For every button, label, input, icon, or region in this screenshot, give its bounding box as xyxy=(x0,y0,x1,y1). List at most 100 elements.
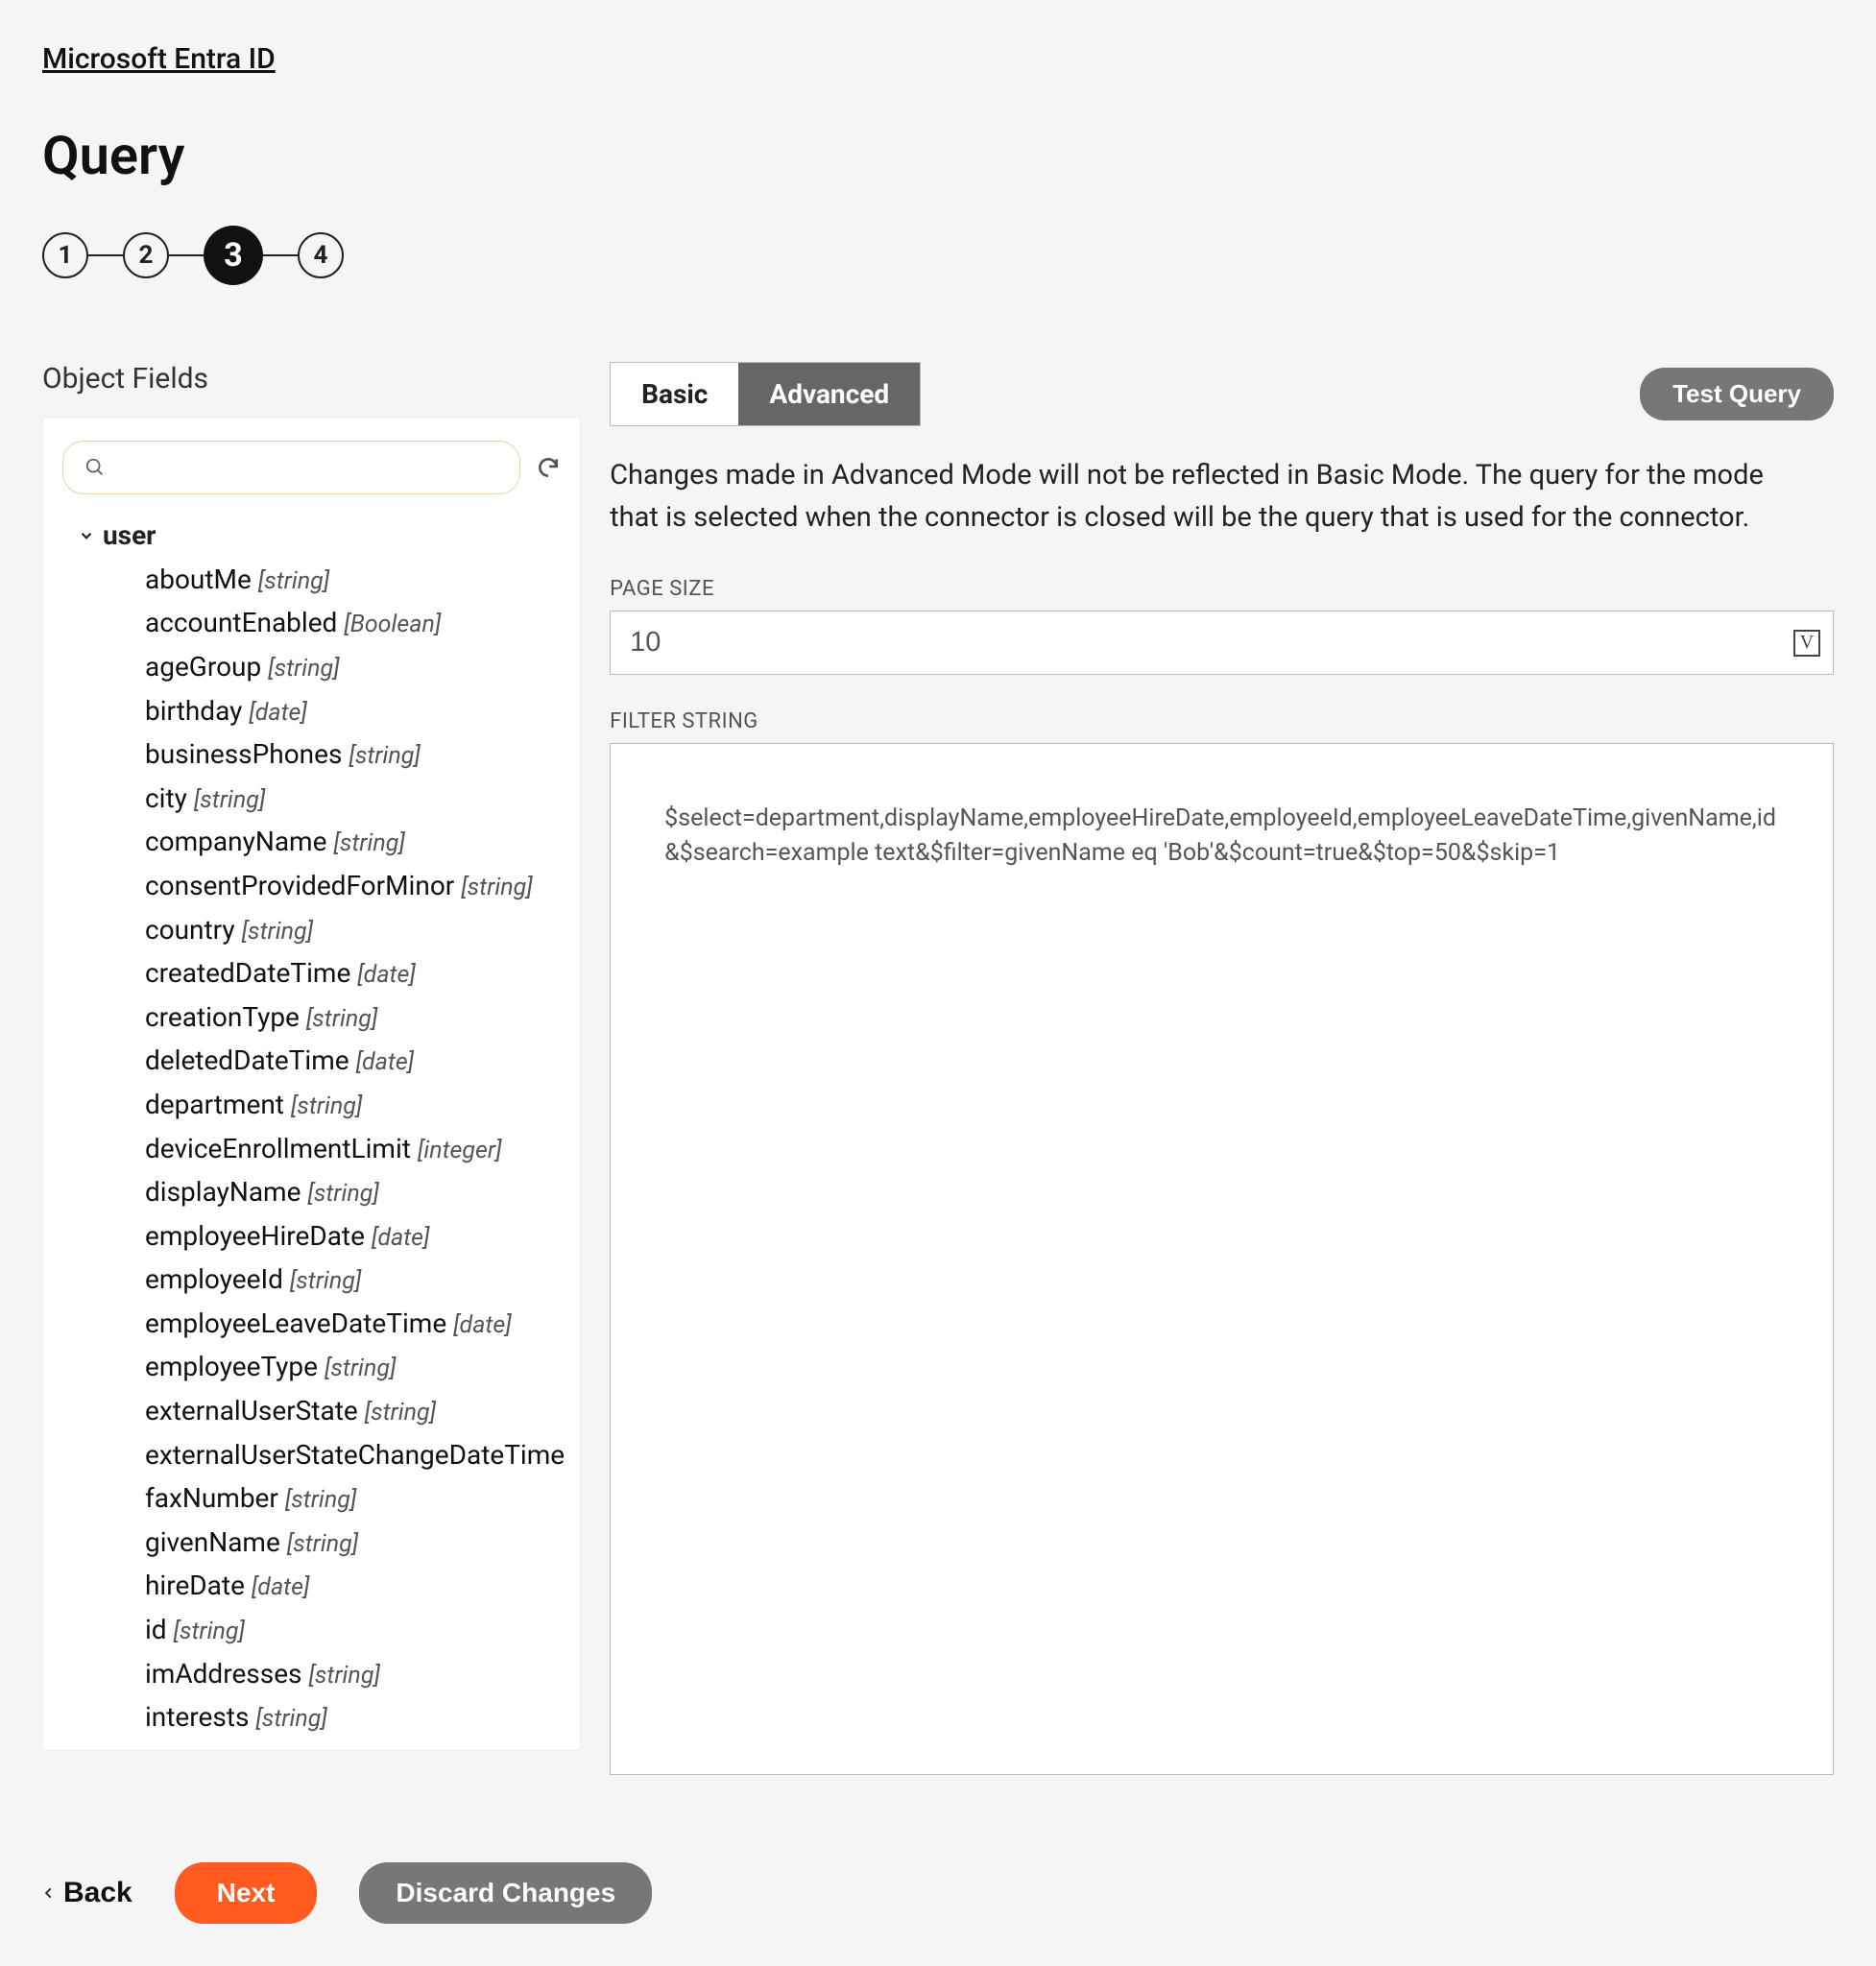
field-item[interactable]: employeeType [string] xyxy=(145,1346,565,1390)
step-2[interactable]: 2 xyxy=(123,232,169,278)
field-type: [string] xyxy=(287,1530,358,1558)
page-size-label: PAGE SIZE xyxy=(610,577,1834,601)
back-label: Back xyxy=(63,1877,132,1909)
refresh-icon[interactable] xyxy=(536,455,561,480)
field-name: country xyxy=(145,914,242,946)
field-type: [date] xyxy=(372,1224,430,1252)
search-icon xyxy=(84,457,106,478)
field-item[interactable]: givenName [string] xyxy=(145,1521,565,1565)
step-connector xyxy=(169,254,204,257)
page-title: Query xyxy=(42,124,1834,187)
field-name: interests xyxy=(145,1701,255,1733)
field-item[interactable]: city [string] xyxy=(145,777,565,821)
chevron-left-icon xyxy=(42,1882,56,1904)
field-type: [string] xyxy=(333,829,404,857)
field-name: employeeId xyxy=(145,1263,290,1295)
field-item[interactable]: externalUserStateChangeDateTime xyxy=(145,1433,565,1477)
field-item[interactable]: externalUserState [string] xyxy=(145,1389,565,1433)
field-item[interactable]: department [string] xyxy=(145,1083,565,1127)
field-name: consentProvidedForMinor xyxy=(145,870,461,901)
field-type: [string] xyxy=(308,1662,379,1690)
info-text: Changes made in Advanced Mode will not b… xyxy=(610,455,1791,539)
field-name: externalUserState xyxy=(145,1395,365,1427)
field-type: [Boolean] xyxy=(344,611,441,638)
field-item[interactable]: displayName [string] xyxy=(145,1170,565,1214)
field-item[interactable]: consentProvidedForMinor [string] xyxy=(145,864,565,908)
field-name: birthday xyxy=(145,695,249,727)
field-type: [date] xyxy=(356,1048,415,1076)
field-type: [string] xyxy=(325,1355,396,1382)
step-3[interactable]: 3 xyxy=(204,226,263,285)
field-type: [string] xyxy=(307,1180,378,1208)
object-fields-heading: Object Fields xyxy=(42,362,581,396)
field-name: displayName xyxy=(145,1176,307,1208)
field-item[interactable]: employeeHireDate [date] xyxy=(145,1214,565,1259)
field-type: [date] xyxy=(252,1573,310,1601)
field-type: [string] xyxy=(242,918,313,946)
field-type: [string] xyxy=(290,1267,361,1295)
field-item[interactable]: id [string] xyxy=(145,1608,565,1652)
field-item[interactable]: hireDate [date] xyxy=(145,1565,565,1609)
field-name: accountEnabled xyxy=(145,607,344,638)
field-item[interactable]: creationType [string] xyxy=(145,995,565,1040)
field-name: createdDateTime xyxy=(145,957,357,989)
field-type: [date] xyxy=(453,1311,512,1339)
field-name: ageGroup xyxy=(145,651,268,683)
back-button[interactable]: Back xyxy=(42,1877,132,1909)
field-name: givenName xyxy=(145,1526,287,1558)
filter-string-input[interactable] xyxy=(610,743,1834,1775)
step-connector xyxy=(88,254,123,257)
field-name: businessPhones xyxy=(145,738,349,770)
field-type: [Boolean] xyxy=(452,1749,549,1751)
field-type: [integer] xyxy=(418,1137,502,1164)
field-item[interactable]: employeeLeaveDateTime [date] xyxy=(145,1302,565,1346)
search-input[interactable] xyxy=(62,441,520,494)
field-item[interactable]: companyName [string] xyxy=(145,821,565,865)
field-item[interactable]: createdDateTime [date] xyxy=(145,951,565,995)
field-name: creationType xyxy=(145,1001,306,1033)
tab-advanced[interactable]: Advanced xyxy=(738,363,920,425)
tab-basic[interactable]: Basic xyxy=(611,363,738,425)
search-field[interactable] xyxy=(117,453,498,483)
step-4[interactable]: 4 xyxy=(298,232,344,278)
field-item[interactable]: birthday [date] xyxy=(145,689,565,733)
field-type: [string] xyxy=(349,742,420,770)
tree-root-label: user xyxy=(103,515,156,556)
field-type: [string] xyxy=(255,1705,326,1733)
field-name: deletedDateTime xyxy=(145,1044,356,1076)
field-type: [string] xyxy=(291,1092,362,1120)
field-item[interactable]: businessPhones [string] xyxy=(145,732,565,777)
variable-icon[interactable]: V xyxy=(1793,630,1820,657)
field-item[interactable]: faxNumber [string] xyxy=(145,1476,565,1521)
field-item[interactable]: aboutMe [string] xyxy=(145,558,565,602)
field-item[interactable]: deviceEnrollmentLimit [integer] xyxy=(145,1127,565,1171)
field-type: [string] xyxy=(194,786,265,814)
stepper: 1234 xyxy=(42,226,1834,285)
field-item[interactable]: employeeId [string] xyxy=(145,1259,565,1303)
field-name: employeeLeaveDateTime xyxy=(145,1307,453,1339)
field-item[interactable]: isManagementRestricted [Boolean] xyxy=(145,1739,565,1751)
field-item[interactable]: country [string] xyxy=(145,908,565,952)
field-type: [string] xyxy=(306,1005,377,1033)
field-name: department xyxy=(145,1089,291,1120)
field-name: companyName xyxy=(145,826,333,857)
fields-tree: user aboutMe [string]accountEnabled [Boo… xyxy=(59,515,565,1751)
field-item[interactable]: accountEnabled [Boolean] xyxy=(145,602,565,646)
test-query-button[interactable]: Test Query xyxy=(1640,368,1834,420)
field-name: employeeHireDate xyxy=(145,1220,372,1252)
field-name: employeeType xyxy=(145,1351,325,1382)
mode-tabs: Basic Advanced xyxy=(610,362,921,426)
next-button[interactable]: Next xyxy=(175,1862,318,1924)
field-item[interactable]: ageGroup [string] xyxy=(145,645,565,689)
step-1[interactable]: 1 xyxy=(42,232,88,278)
breadcrumb-link[interactable]: Microsoft Entra ID xyxy=(42,42,276,76)
field-item[interactable]: imAddresses [string] xyxy=(145,1652,565,1696)
discard-changes-button[interactable]: Discard Changes xyxy=(359,1862,652,1924)
field-item[interactable]: interests [string] xyxy=(145,1695,565,1739)
fields-card: user aboutMe [string]accountEnabled [Boo… xyxy=(42,417,581,1751)
tree-root-user[interactable]: user xyxy=(59,515,565,556)
field-item[interactable]: deletedDateTime [date] xyxy=(145,1040,565,1084)
field-type: [date] xyxy=(357,961,416,989)
field-type: [string] xyxy=(258,567,329,595)
page-size-input[interactable] xyxy=(610,611,1834,675)
